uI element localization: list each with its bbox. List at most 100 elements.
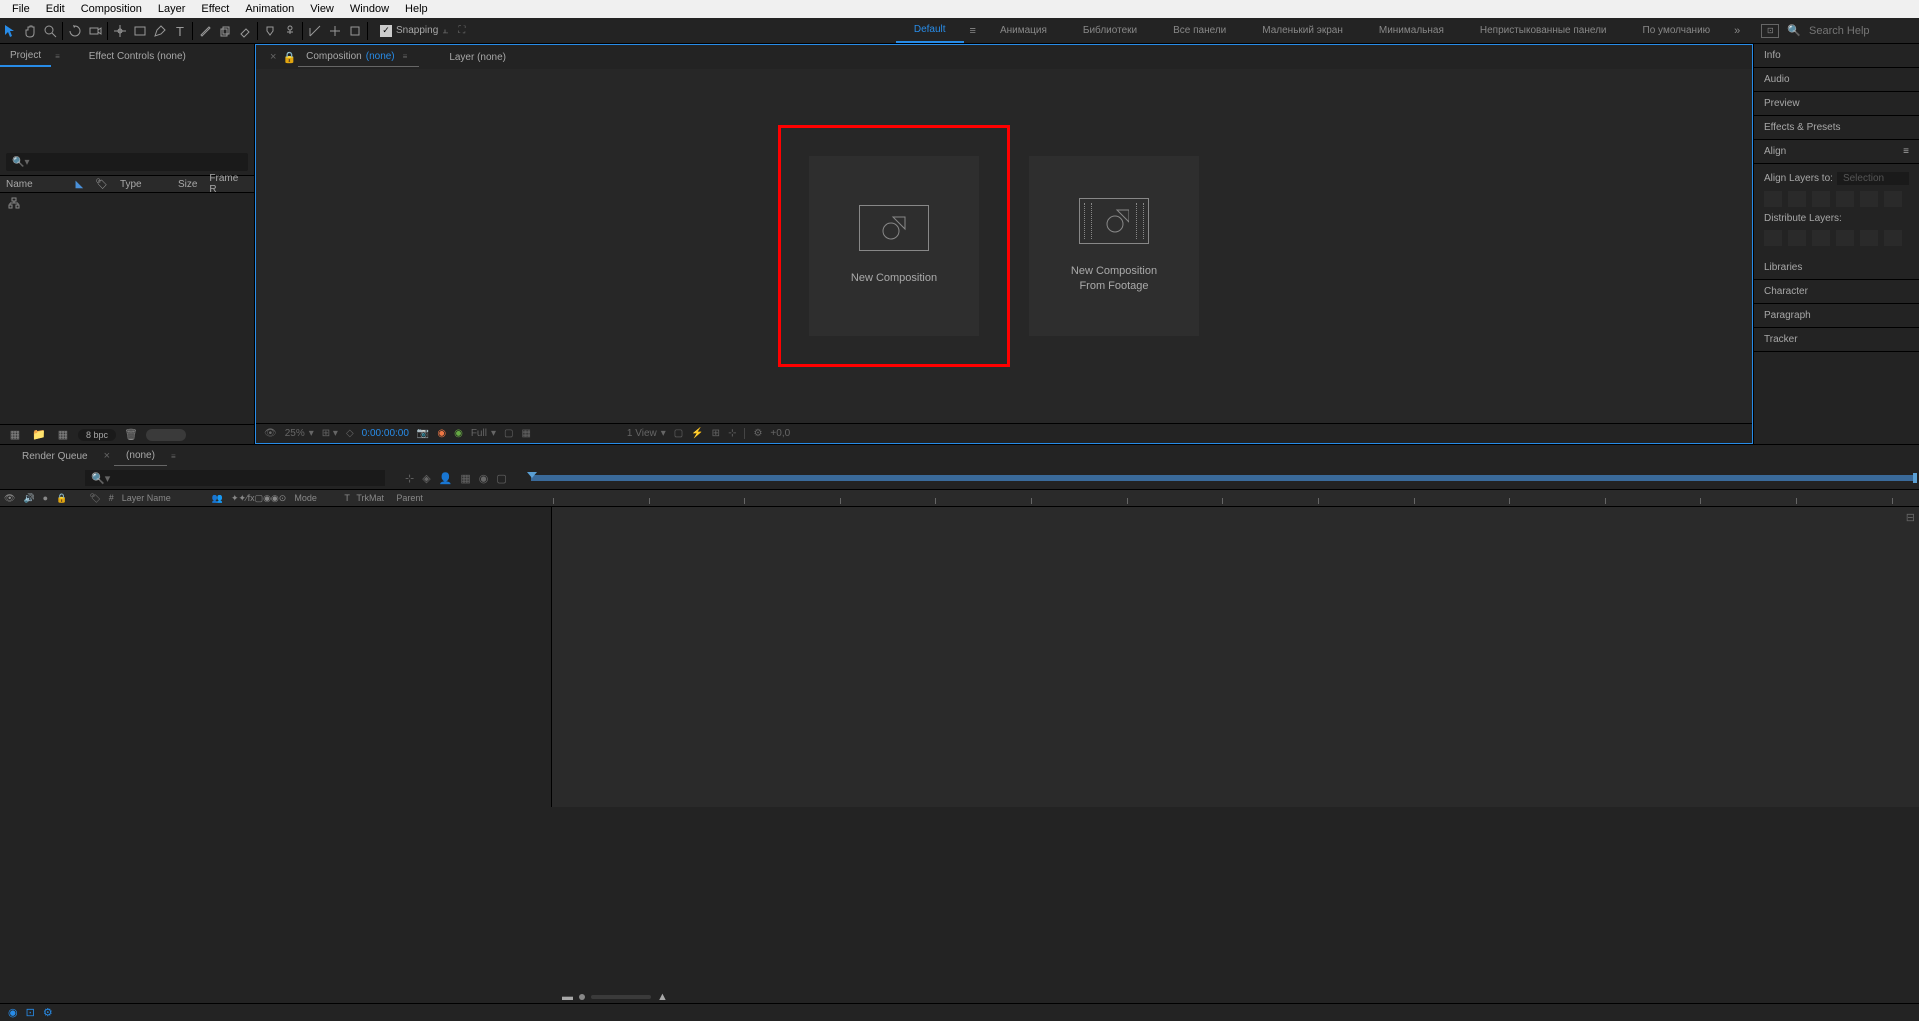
align-bottom-icon[interactable] <box>1884 191 1902 207</box>
puppet-tool-icon[interactable] <box>280 21 300 41</box>
workspace-all-panels[interactable]: Все панели <box>1155 19 1244 42</box>
snapshot-icon[interactable]: 📷 <box>417 428 429 439</box>
menu-layer[interactable]: Layer <box>150 1 194 17</box>
resolution-dropdown[interactable]: Full ▾ <box>471 428 496 439</box>
info-panel-tab[interactable]: Info <box>1754 44 1919 68</box>
label-col-icon[interactable]: 🏷 <box>85 493 104 504</box>
mode-col[interactable]: Mode <box>290 493 340 503</box>
color-management-icon[interactable]: ◉ <box>454 428 463 439</box>
pen-tool-icon[interactable] <box>150 21 170 41</box>
align-right-icon[interactable] <box>1812 191 1830 207</box>
always-preview-icon[interactable]: 👁 <box>264 428 277 439</box>
brush-tool-icon[interactable] <box>195 21 215 41</box>
project-search-input[interactable]: 🔍▾ <box>6 153 248 171</box>
timeline-none-tab[interactable]: (none) <box>114 446 167 466</box>
camera-tool-icon[interactable] <box>85 21 105 41</box>
fast-preview-icon[interactable]: ⚡ <box>691 428 703 439</box>
preview-panel-tab[interactable]: Preview <box>1754 92 1919 116</box>
close-timeline-tab-icon[interactable]: × <box>100 450 114 462</box>
align-top-icon[interactable] <box>1836 191 1854 207</box>
timeline-icon[interactable]: ⊞ <box>712 428 720 439</box>
col-name[interactable]: Name <box>0 179 70 190</box>
hand-tool-icon[interactable] <box>20 21 40 41</box>
workspace-default-ru[interactable]: По умолчанию <box>1625 19 1729 42</box>
project-tab[interactable]: Project <box>0 46 51 67</box>
menu-edit[interactable]: Edit <box>38 1 73 17</box>
menu-window[interactable]: Window <box>342 1 397 17</box>
pixel-aspect-icon[interactable]: ▢ <box>674 428 683 439</box>
new-comp-icon[interactable]: ▦ <box>54 427 72 443</box>
switches-col-icon[interactable]: ✦✦⁄fx▢◉◉⊙ <box>227 493 290 504</box>
exposure-value[interactable]: +0,0 <box>770 428 790 439</box>
time-indicator-icon[interactable] <box>527 472 537 478</box>
audio-panel-tab[interactable]: Audio <box>1754 68 1919 92</box>
project-panel-menu-icon[interactable]: ≡ <box>51 52 64 61</box>
timeline-search-input[interactable]: 🔍▾ <box>85 470 385 486</box>
view-layout-dropdown[interactable]: 1 View ▾ <box>627 428 666 439</box>
layer-tab[interactable]: Layer (none) <box>441 48 514 67</box>
new-composition-from-footage-button[interactable]: New Composition From Footage <box>1029 156 1199 336</box>
col-tag-icon[interactable]: 🏷 <box>89 179 114 190</box>
index-col[interactable]: # <box>105 493 118 503</box>
menu-animation[interactable]: Animation <box>237 1 302 17</box>
align-hcenter-icon[interactable] <box>1788 191 1806 207</box>
menu-composition[interactable]: Composition <box>73 1 150 17</box>
current-time-display[interactable]: 0:00:00:00 <box>362 428 409 439</box>
local-axis-icon[interactable] <box>305 21 325 41</box>
workspace-overflow-icon[interactable]: » <box>1728 25 1746 37</box>
composition-tab-menu-icon[interactable]: ≡ <box>399 52 412 61</box>
show-channel-icon[interactable]: ◉ <box>437 428 446 439</box>
timeline-panel-menu-icon[interactable]: ≡ <box>167 452 180 461</box>
timeline-collapse-icon[interactable]: ⊟ <box>1906 511 1915 524</box>
new-composition-button[interactable]: New Composition <box>809 156 979 336</box>
rotate-tool-icon[interactable] <box>65 21 85 41</box>
text-tool-icon[interactable]: T <box>170 21 190 41</box>
frame-blend-icon[interactable]: ▦ <box>460 472 470 485</box>
libraries-panel-tab[interactable]: Libraries <box>1754 256 1919 280</box>
status-hardware-icon[interactable]: ⊡ <box>26 1006 35 1019</box>
search-pill[interactable] <box>146 429 186 441</box>
align-target-dropdown[interactable]: Selection <box>1837 172 1909 185</box>
align-panel-tab[interactable]: Align ≡ <box>1754 140 1919 164</box>
work-area-end-handle[interactable] <box>1913 473 1917 483</box>
distribute-bottom-icon[interactable] <box>1812 230 1830 246</box>
roi-icon[interactable]: ▢ <box>504 428 513 439</box>
magnification-dropdown[interactable]: 25% ▾ <box>285 428 314 439</box>
status-disk-cache-icon[interactable]: ◉ <box>8 1006 18 1019</box>
paragraph-panel-tab[interactable]: Paragraph <box>1754 304 1919 328</box>
audio-col-icon[interactable]: 🔊 <box>19 493 38 504</box>
snapping-options-icon[interactable]: ⫠ <box>442 25 448 36</box>
menu-effect[interactable]: Effect <box>193 1 237 17</box>
align-vcenter-icon[interactable] <box>1860 191 1878 207</box>
character-panel-tab[interactable]: Character <box>1754 280 1919 304</box>
menu-help[interactable]: Help <box>397 1 436 17</box>
layer-name-col[interactable]: Layer Name <box>118 493 208 503</box>
solo-col-icon[interactable]: ● <box>39 493 52 503</box>
interpret-footage-icon[interactable]: ▦ <box>6 427 24 443</box>
view-axis-icon[interactable] <box>345 21 365 41</box>
hide-shy-icon[interactable]: 👤 <box>439 472 453 485</box>
eraser-tool-icon[interactable] <box>235 21 255 41</box>
col-framerate[interactable]: Frame R <box>203 173 254 195</box>
menu-file[interactable]: File <box>4 1 38 17</box>
rectangle-tool-icon[interactable] <box>130 21 150 41</box>
zoom-in-icon[interactable]: ▲ <box>657 991 668 1003</box>
timeline-zoom-scrollbar[interactable]: ▬ ▲ <box>552 991 1909 1003</box>
align-panel-menu-icon[interactable]: ≡ <box>1903 146 1909 157</box>
new-folder-icon[interactable]: 📁 <box>30 427 48 443</box>
bpc-toggle[interactable]: 8 bpc <box>78 429 116 441</box>
video-col-icon[interactable]: 👁 <box>0 493 19 504</box>
mask-toggle-icon[interactable]: ◇ <box>346 428 354 439</box>
effects-presets-panel-tab[interactable]: Effects & Presets <box>1754 116 1919 140</box>
align-left-icon[interactable] <box>1764 191 1782 207</box>
status-render-icon[interactable]: ⚙ <box>43 1006 53 1019</box>
draft3d-icon[interactable]: ◈ <box>422 472 430 485</box>
zoom-slider-track[interactable] <box>591 995 651 999</box>
t-col[interactable]: T <box>340 493 352 503</box>
distribute-hcenter-icon[interactable] <box>1860 230 1878 246</box>
zoom-out-icon[interactable]: ▬ <box>562 991 573 1003</box>
lock-col-icon[interactable]: 🔒 <box>52 493 71 504</box>
col-type[interactable]: Type <box>114 179 164 190</box>
exposure-reset-icon[interactable]: ⚙ <box>744 428 762 439</box>
workspace-minimal[interactable]: Минимальная <box>1361 19 1462 42</box>
